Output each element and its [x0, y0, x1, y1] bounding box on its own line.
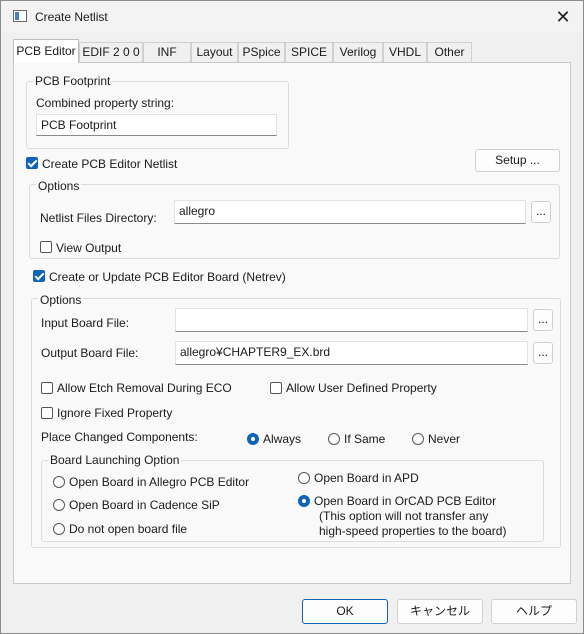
view-output-checkbox[interactable] [40, 241, 52, 253]
place-never-label: Never [428, 432, 461, 446]
help-button[interactable]: ヘルプ [491, 599, 577, 624]
place-if-same-radio[interactable] [328, 433, 340, 445]
cancel-button[interactable]: キャンセル [397, 599, 483, 624]
board-options-legend: Options [38, 293, 84, 307]
output-board-label: Output Board File: [41, 346, 139, 360]
netlist-dir-input[interactable]: allegro [174, 200, 526, 224]
launch-none-radio[interactable] [53, 523, 65, 535]
launch-orcad-radio[interactable] [298, 495, 310, 507]
setup-button[interactable]: Setup ... [475, 149, 560, 172]
ok-button[interactable]: OK [302, 599, 388, 624]
ignore-fixed-label: Ignore Fixed Property [57, 406, 173, 420]
allow-etch-checkbox[interactable] [41, 382, 53, 394]
launch-apd-label: Open Board in APD [314, 471, 419, 485]
pcb-footprint-legend: PCB Footprint [33, 74, 113, 88]
combined-property-label: Combined property string: [36, 96, 175, 110]
place-always-label: Always [263, 432, 302, 446]
netlist-dir-label: Netlist Files Directory: [40, 211, 157, 225]
netlist-dir-browse-button[interactable]: ... [531, 201, 551, 223]
input-board-label: Input Board File: [41, 316, 130, 330]
netlist-options-group: Options Netlist Files Directory: allegro… [29, 179, 560, 259]
launch-orcad-label: Open Board in OrCAD PCB Editor [314, 494, 497, 508]
update-board-label: Create or Update PCB Editor Board (Netre… [49, 270, 286, 284]
launch-orcad-note-1: (This option will not transfer any [319, 509, 489, 523]
tab-pcb-editor[interactable]: PCB Editor [13, 39, 79, 63]
tab-layout[interactable]: Layout [191, 42, 238, 62]
tab-other[interactable]: Other [427, 42, 472, 62]
tab-spice[interactable]: SPICE [285, 42, 333, 62]
combined-property-input[interactable]: PCB Footprint [36, 114, 277, 136]
launch-none-label: Do not open board file [69, 522, 188, 536]
netlist-options-legend: Options [36, 179, 82, 193]
launch-sip-label: Open Board in Cadence SiP [69, 498, 220, 512]
launch-allegro-label: Open Board in Allegro PCB Editor [69, 475, 250, 489]
launch-allegro-radio[interactable] [53, 476, 65, 488]
launch-apd-radio[interactable] [298, 472, 310, 484]
input-board-input[interactable] [175, 308, 528, 332]
allow-user-property-label: Allow User Defined Property [286, 381, 437, 395]
ignore-fixed-checkbox[interactable] [41, 407, 53, 419]
view-output-label: View Output [56, 241, 122, 255]
output-board-input[interactable]: allegro¥CHAPTER9_EX.brd [175, 341, 528, 365]
create-netlist-checkbox[interactable] [26, 157, 38, 169]
allow-etch-label: Allow Etch Removal During ECO [57, 381, 232, 395]
tab-verilog[interactable]: Verilog [333, 42, 383, 62]
close-icon[interactable]: ✕ [551, 5, 575, 29]
place-changed-label: Place Changed Components: [41, 430, 198, 444]
board-options-group: Options Input Board File: ... Output Boa… [31, 293, 561, 548]
update-board-checkbox[interactable] [33, 270, 45, 282]
output-board-browse-button[interactable]: ... [533, 342, 553, 364]
board-launch-legend: Board Launching Option [48, 453, 182, 467]
tab-inf[interactable]: INF [143, 42, 191, 62]
launch-orcad-note-2: high-speed properties to the board) [319, 524, 507, 538]
place-always-radio[interactable] [247, 433, 259, 445]
pcb-footprint-group: PCB Footprint Combined property string: … [26, 74, 289, 149]
board-launch-group: Board Launching Option Open Board in All… [41, 453, 544, 542]
launch-sip-radio[interactable] [53, 499, 65, 511]
app-icon [13, 10, 27, 22]
tab-edif[interactable]: EDIF 2 0 0 [79, 42, 143, 62]
place-if-same-label: If Same [344, 432, 386, 446]
place-never-radio[interactable] [412, 433, 424, 445]
allow-user-property-checkbox[interactable] [270, 382, 282, 394]
window-title: Create Netlist [35, 10, 108, 24]
create-netlist-label: Create PCB Editor Netlist [42, 157, 178, 171]
input-board-browse-button[interactable]: ... [533, 309, 553, 331]
create-netlist-dialog: Create Netlist ✕ PCB Editor EDIF 2 0 0 I… [0, 0, 584, 634]
tab-panel: PCB Footprint Combined property string: … [13, 62, 571, 584]
tab-pspice[interactable]: PSpice [238, 42, 285, 62]
title-bar: Create Netlist ✕ [1, 1, 583, 33]
tab-vhdl[interactable]: VHDL [383, 42, 427, 62]
